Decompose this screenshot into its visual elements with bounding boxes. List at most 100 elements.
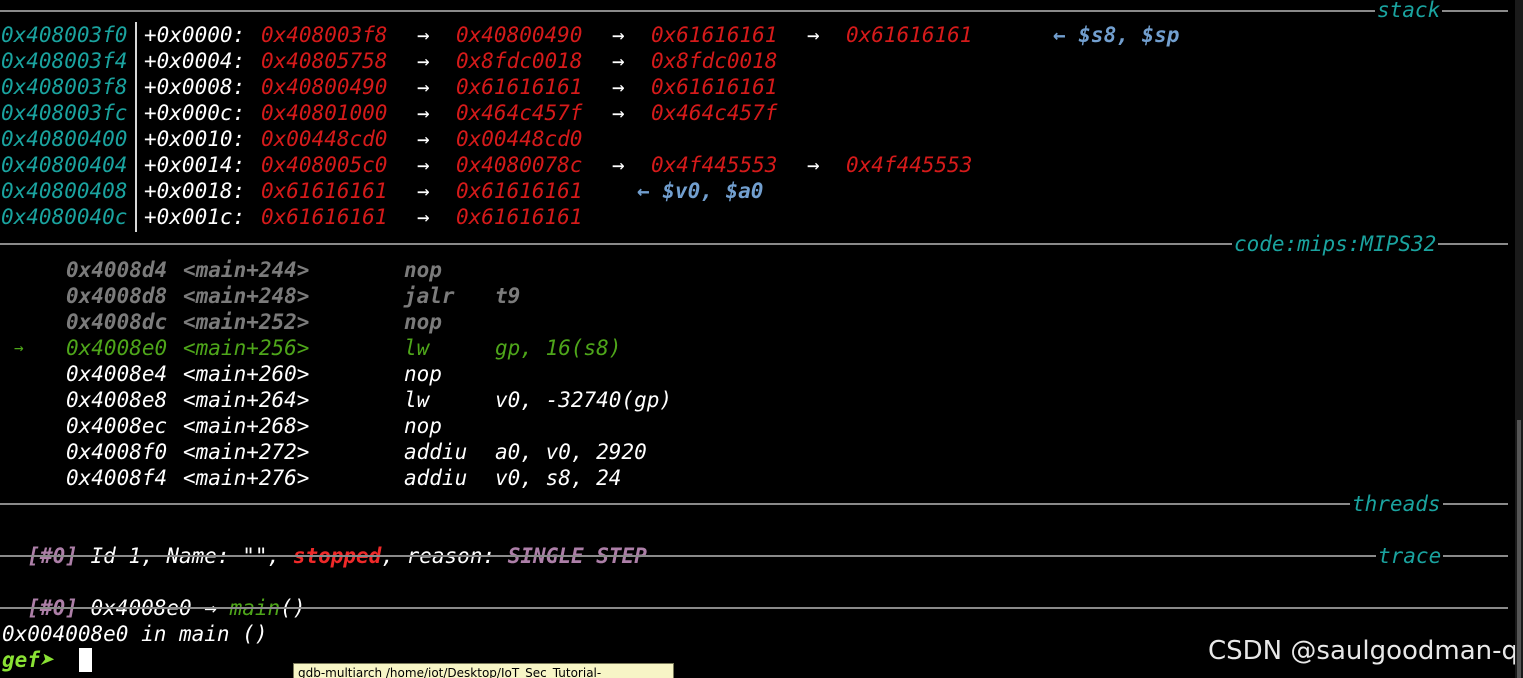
instruction-operands: a0, v0, 2920 [495,440,647,464]
stack-offset: +0x000c: [144,101,246,125]
stack-address: 0x408003fc [1,101,128,125]
stack-address: 0x40800404 [1,153,128,177]
instruction-opcode: addiu [404,440,468,464]
chain-arrow-icon: → [417,127,430,151]
stack-address: 0x408003f0 [1,23,128,47]
instruction-address: 0x4008d4 [66,258,168,282]
stack-pointer-value: 0x00448cd0 [261,127,388,151]
instruction-address: 0x4008e4 [66,362,168,386]
instruction-address: 0x4008e0 [66,336,168,360]
stack-pointer-value: 0x61616161 [261,205,388,229]
stack-pointer-value: 0x408005c0 [261,153,388,177]
chain-arrow-icon: → [417,23,430,47]
stack-address: 0x408003f8 [1,75,128,99]
stack-pointer-value: 0x4f445553 [651,153,778,177]
stack-section-label: stack [1375,0,1443,23]
stack-pointer-value: 0x40800490 [456,23,583,47]
bottom-separator [0,607,1508,609]
stack-pointer-value: 0x4f445553 [846,153,973,177]
instruction-opcode: nop [404,310,442,334]
stack-address: 0x40800408 [1,179,128,203]
threads-section-label: threads [1350,491,1443,517]
register-note: ← $v0, $a0 [637,179,764,203]
chain-arrow-icon: → [417,153,430,177]
instruction-opcode: jalr [404,284,455,308]
instruction-address: 0x4008ec [66,414,168,438]
stack-pointer-value: 0x61616161 [651,75,778,99]
instruction-operands: gp, 16(s8) [495,336,622,360]
stack-offset: +0x001c: [144,205,246,229]
instruction-operands: t9 [495,284,521,308]
chain-arrow-icon: → [807,23,820,47]
trace-separator [0,555,1508,557]
instruction-symbol: <main+260> [183,362,310,386]
instruction-opcode: nop [404,258,442,282]
instruction-symbol: <main+244> [183,258,310,282]
instruction-address: 0x4008f4 [66,466,168,490]
instruction-symbol: <main+256> [183,336,310,360]
instruction-address: 0x4008f0 [66,440,168,464]
thread-line: [#0] Id 1, Name: "", stopped, reason: SI… [2,517,647,568]
stack-pointer-value: 0x8fdc0018 [456,49,583,73]
stack-offset: +0x0004: [144,49,246,73]
instruction-opcode: lw [404,388,430,412]
stack-pointer-value: 0x61616161 [456,75,583,99]
register-note: ← $s8, $sp [1053,23,1180,47]
trace-line: [#0] 0x4008e0 → main() [2,569,305,620]
chain-arrow-icon: → [612,75,625,99]
chain-arrow-icon: → [612,153,625,177]
chain-arrow-icon: → [612,49,625,73]
instruction-address: 0x4008d8 [66,284,168,308]
stack-pointer-value: 0x40801000 [261,101,388,125]
instruction-opcode: nop [404,414,442,438]
stack-pointer-value: 0x00448cd0 [456,127,583,151]
stack-address: 0x4080040c [1,205,128,229]
chain-arrow-icon: → [417,179,430,203]
chain-arrow-icon: → [612,101,625,125]
instruction-symbol: <main+252> [183,310,310,334]
stack-pointer-value: 0x61616161 [456,179,583,203]
stack-pointer-value: 0x408003f8 [261,23,388,47]
instruction-address: 0x4008e8 [66,388,168,412]
instruction-opcode: addiu [404,466,468,490]
stack-offset: +0x0008: [144,75,246,99]
stack-pointer-value: 0x40800490 [261,75,388,99]
stack-separator [0,10,1508,12]
instruction-symbol: <main+272> [183,440,310,464]
watermark: CSDN @saulgoodman-q [1208,636,1519,666]
chain-arrow-icon: → [417,75,430,99]
chain-arrow-icon: → [807,153,820,177]
stack-address: 0x408003f4 [1,49,128,73]
instruction-symbol: <main+268> [183,414,310,438]
stack-offset: +0x0018: [144,179,246,203]
stack-pointer-value: 0x61616161 [846,23,973,47]
chain-arrow-icon: → [417,101,430,125]
instruction-address: 0x4008dc [66,310,168,334]
stack-offset: +0x0014: [144,153,246,177]
status-line: 0x004008e0 in main () [2,622,268,646]
instruction-symbol: <main+264> [183,388,310,412]
instruction-operands: v0, -32740(gp) [495,388,673,412]
stack-offset: +0x0010: [144,127,246,151]
stack-pointer-value: 0x4080078c [456,153,583,177]
instruction-symbol: <main+276> [183,466,310,490]
threads-separator [0,503,1508,505]
instruction-symbol: <main+248> [183,284,310,308]
trace-section-label: trace [1376,543,1444,569]
stack-pointer-value: 0x61616161 [261,179,388,203]
stack-pointer-value: 0x8fdc0018 [651,49,778,73]
stack-pointer-value: 0x464c457f [651,101,778,125]
stack-pointer-value: 0x61616161 [456,205,583,229]
code-section-label: code:mips:MIPS32 [1232,231,1439,257]
instruction-opcode: nop [404,362,442,386]
chain-arrow-icon: → [417,49,430,73]
window-title-tooltip: gdb-multiarch /home/iot/Desktop/IoT_Sec_… [293,663,674,678]
stack-offset: +0x0000: [144,23,246,47]
instruction-opcode: lw [404,336,430,360]
chain-arrow-icon: → [417,205,430,229]
stack-pointer-value: 0x464c457f [456,101,583,125]
terminal-cursor[interactable] [79,648,92,672]
scrollbar-thumb[interactable] [1517,420,1521,678]
gef-prompt: gef➤ [2,648,66,672]
chain-arrow-icon: → [612,23,625,47]
